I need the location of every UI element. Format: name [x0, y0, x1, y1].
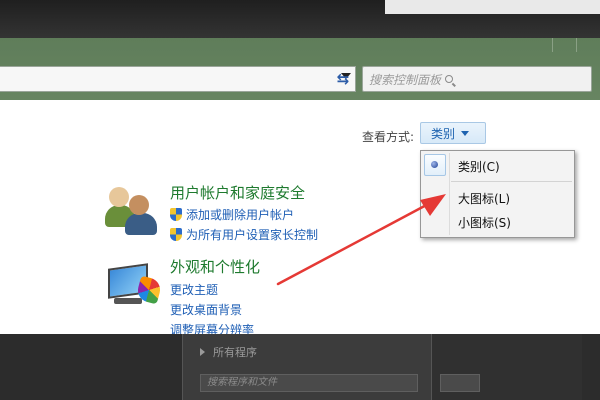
- view-by-dropdown[interactable]: 类别: [420, 122, 486, 144]
- red-arrow-annotation: [276, 194, 446, 286]
- menu-item-category[interactable]: 类别(C): [421, 154, 574, 178]
- start-search-input[interactable]: 搜索程序和文件: [200, 374, 418, 392]
- arrow-head: [420, 194, 446, 216]
- user-accounts-icon[interactable]: [105, 185, 157, 235]
- link-label: 更改桌面背景: [170, 303, 243, 317]
- all-programs-label: 所有程序: [213, 346, 257, 359]
- refresh-icon[interactable]: ⇆: [330, 68, 356, 90]
- minimize-button[interactable]: [552, 38, 576, 52]
- shield-icon: [170, 208, 182, 221]
- link-change-background[interactable]: 更改桌面背景: [170, 301, 260, 318]
- maximize-button[interactable]: [576, 38, 600, 52]
- start-menu-overlay: 所有程序 搜索程序和文件: [0, 334, 600, 400]
- link-change-theme[interactable]: 更改主题: [170, 281, 260, 298]
- shutdown-button[interactable]: [440, 374, 480, 392]
- all-programs-item[interactable]: 所有程序: [200, 344, 257, 360]
- menu-separator: [451, 181, 572, 182]
- chevron-right-icon: [200, 348, 205, 356]
- search-icon: [445, 75, 454, 83]
- view-by-label: 查看方式:: [362, 130, 415, 144]
- search-placeholder: 搜索控制面板: [369, 72, 442, 87]
- view-by-value: 类别: [431, 126, 456, 141]
- link-label: 更改主题: [170, 283, 219, 297]
- arrow-shaft: [276, 200, 434, 286]
- caption-buttons: [552, 38, 600, 52]
- address-bar[interactable]: [0, 66, 356, 92]
- category-appearance: 外观和个性化 更改主题 更改桌面背景 调整屏幕分辨率: [170, 256, 260, 338]
- shield-icon: [170, 228, 182, 241]
- search-input[interactable]: 搜索控制面板: [362, 66, 592, 92]
- appearance-icon[interactable]: [106, 260, 163, 308]
- background-window-edge: [385, 0, 600, 14]
- category-title[interactable]: 外观和个性化: [170, 256, 260, 277]
- chevron-down-icon: [461, 130, 470, 136]
